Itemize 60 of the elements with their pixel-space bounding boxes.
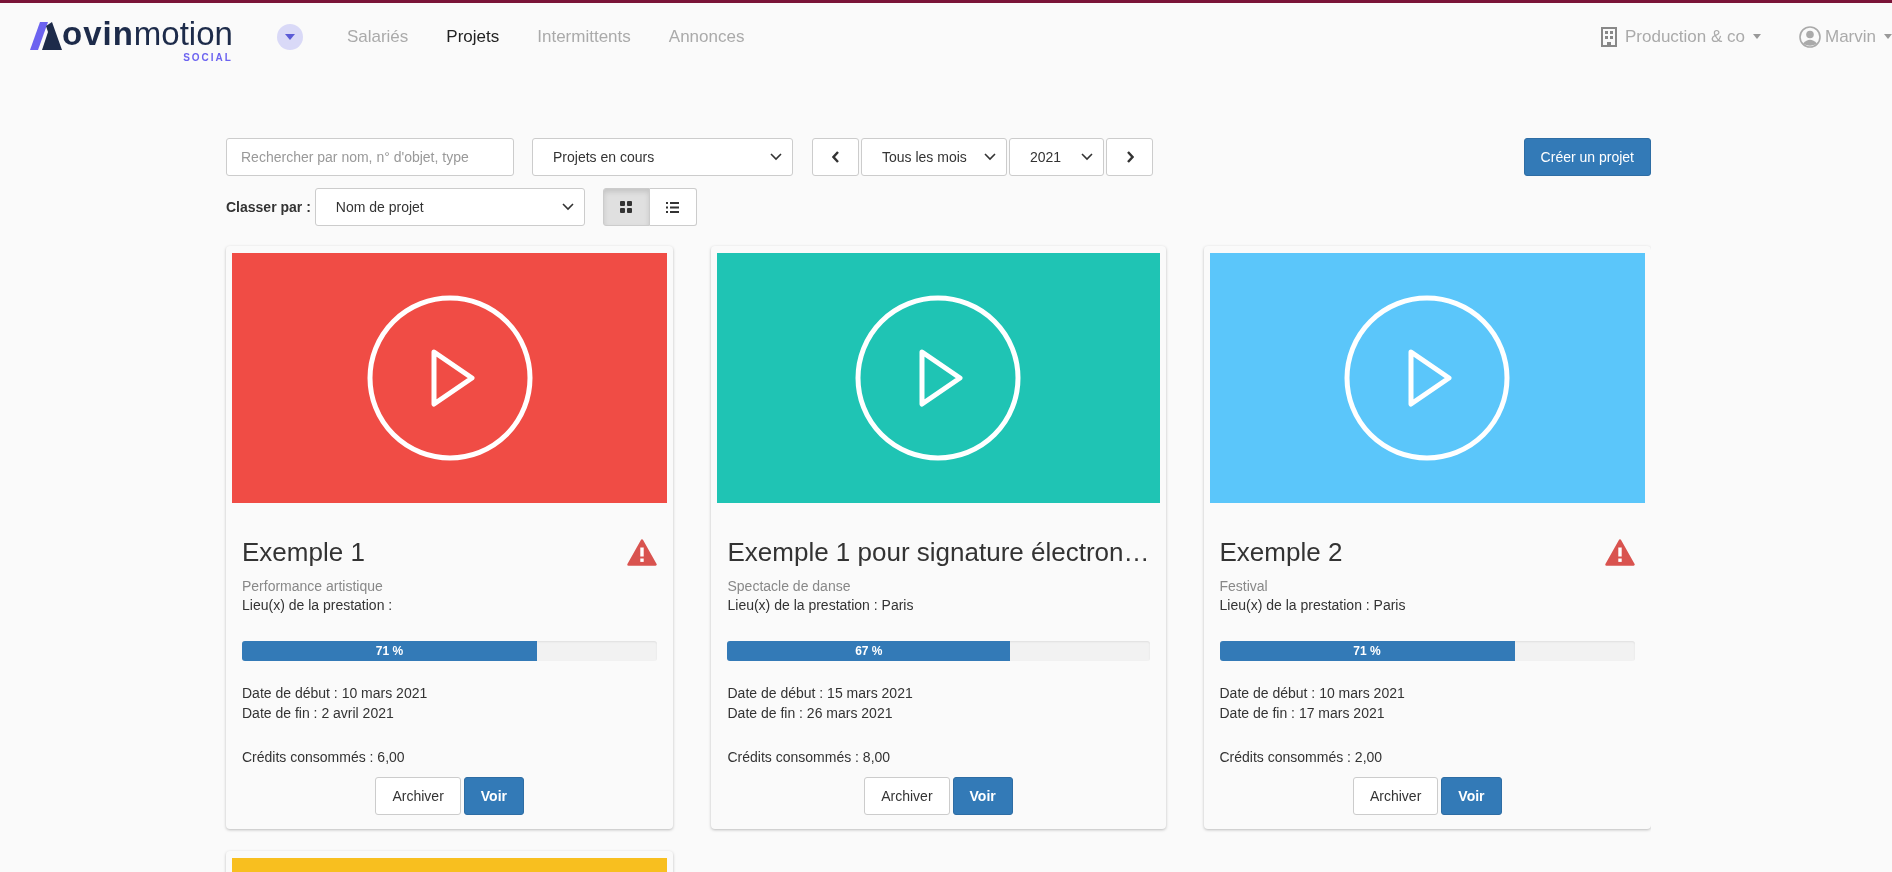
logo-mark-icon <box>28 19 62 50</box>
project-title: Exemple 1 pour signature électron… <box>727 536 1150 568</box>
progress-label: 71 % <box>1353 644 1381 658</box>
caret-icon <box>1753 34 1761 39</box>
grid-icon <box>620 201 633 213</box>
user-avatar-icon <box>1799 25 1821 48</box>
list-view-button[interactable] <box>649 188 697 226</box>
sort-select[interactable]: Nom de projet <box>314 188 585 226</box>
chevron-left-icon <box>831 151 840 163</box>
menu-toggle-button[interactable] <box>276 23 303 50</box>
search-field[interactable]: Rechercher par nom, n° d'objet, type <box>226 138 514 176</box>
caret-icon <box>1884 34 1892 39</box>
view-button[interactable]: Voir <box>1441 777 1502 815</box>
chevron-down-icon <box>770 153 782 161</box>
play-icon[interactable] <box>1344 295 1511 461</box>
chevron-down-icon <box>1081 153 1093 161</box>
view-button[interactable]: Voir <box>463 777 524 815</box>
grid-view-button[interactable] <box>602 188 650 226</box>
credits-used: Crédits consommés : 8,00 <box>727 749 892 765</box>
project-type: Performance artistique <box>242 578 384 594</box>
project-location: Lieu(x) de la prestation : <box>242 597 394 613</box>
archive-button[interactable]: Archiver <box>375 777 461 815</box>
project-type: Festival <box>1219 578 1269 594</box>
credits-used: Crédits consommés : 6,00 <box>242 749 406 765</box>
archive-button[interactable]: Archiver <box>1352 777 1439 815</box>
status-select[interactable]: Projets en cours <box>532 138 793 176</box>
project-location: Lieu(x) de la prestation : Paris <box>1219 597 1407 613</box>
logo-tagline: SOCIAL <box>183 51 233 64</box>
archive-button[interactable]: Archiver <box>864 777 950 815</box>
credits-used: Crédits consommés : 2,00 <box>1219 749 1384 765</box>
caret-icon <box>284 33 295 40</box>
start-date: Date de début : 10 mars 2021 <box>1219 685 1406 701</box>
play-icon[interactable] <box>855 295 1022 461</box>
year-select[interactable]: 2021 <box>1009 138 1104 176</box>
create-project-button[interactable]: Créer un projet <box>1523 138 1651 176</box>
start-date: Date de début : 10 mars 2021 <box>242 685 429 701</box>
end-date: Date de fin : 17 mars 2021 <box>1219 705 1386 721</box>
logo-text: motion <box>133 14 233 52</box>
list-icon <box>666 201 680 213</box>
chevron-down-icon <box>561 203 574 211</box>
logo-text: ovin <box>62 14 134 52</box>
month-select[interactable]: Tous les mois <box>861 138 1007 176</box>
project-title: Exemple 2 <box>1219 536 1343 568</box>
chevron-right-icon <box>1125 151 1134 163</box>
end-date: Date de fin : 26 mars 2021 <box>727 705 894 721</box>
end-date: Date de fin : 2 avril 2021 <box>242 705 395 721</box>
previous-button[interactable] <box>812 138 859 176</box>
play-icon[interactable] <box>366 295 533 461</box>
next-button[interactable] <box>1106 138 1153 176</box>
progress-label: 67 % <box>855 644 883 658</box>
progress-label: 71 % <box>375 644 404 658</box>
building-icon <box>1600 26 1617 47</box>
project-location: Lieu(x) de la prestation : Paris <box>727 597 915 613</box>
view-button[interactable]: Voir <box>952 777 1013 815</box>
sort-label: Classer par : <box>226 199 311 215</box>
chevron-down-icon <box>984 153 996 161</box>
project-title: Exemple 1 <box>242 536 365 568</box>
nav-tab[interactable]: Projets <box>446 26 500 47</box>
start-date: Date de début : 15 mars 2021 <box>727 685 914 701</box>
project-type: Spectacle de danse <box>727 578 852 594</box>
